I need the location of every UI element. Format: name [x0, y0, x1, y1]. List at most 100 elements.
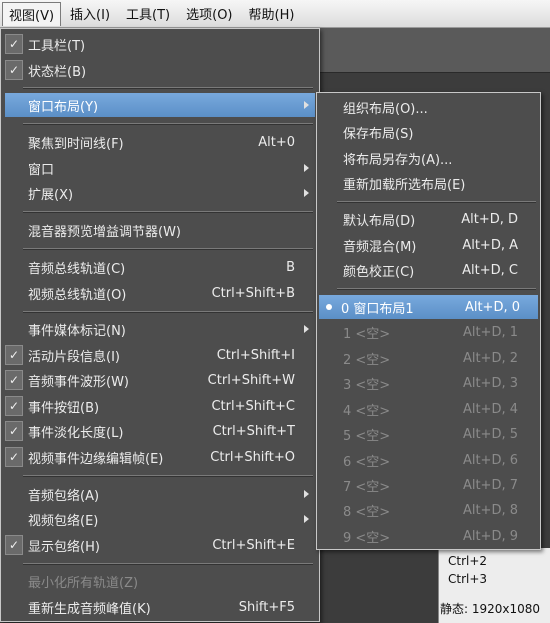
checkmark-icon: ✓: [5, 370, 23, 390]
menu-item-label: 混音器预览增益调节器(W): [28, 224, 181, 240]
menu-item-shortcut: Ctrl+Shift+W: [207, 372, 295, 388]
menu-item-audio-bus-tracks[interactable]: 音频总线轨道(C) B: [5, 255, 315, 279]
submenu-item-shortcut: Alt+D, 8: [462, 502, 518, 518]
menu-item-event-media-markers[interactable]: 事件媒体标记(N): [5, 317, 315, 341]
menu-help[interactable]: 帮助(H): [242, 1, 302, 26]
menu-item-label: 显示包络(H): [28, 539, 100, 555]
menu-item-focus-timeline[interactable]: 聚焦到时间线(F) Alt+0: [5, 130, 315, 154]
submenu-item-shortcut: Alt+D, 9: [462, 528, 518, 544]
submenu-item-shortcut: Alt+D, A: [462, 237, 518, 253]
submenu-item-save-layout[interactable]: 保存布局(S): [321, 120, 536, 144]
submenu-item-layout-2: 2 <空> Alt+D, 2: [321, 346, 536, 370]
submenu-item-label: 保存布局(S): [343, 126, 414, 142]
submenu-arrow-icon: [304, 490, 309, 498]
menu-separator: [23, 123, 313, 125]
submenu-item-layout-7: 7 <空> Alt+D, 7: [321, 473, 536, 497]
menu-item-shortcut: Ctrl+Shift+I: [216, 347, 295, 363]
menu-item-shortcut: Shift+F5: [238, 599, 295, 615]
menu-separator: [23, 563, 313, 565]
menu-item-shortcut: Ctrl+Shift+B: [211, 285, 295, 301]
menu-item-statusbar[interactable]: ✓ 状态栏(B): [5, 58, 315, 82]
menu-item-window-layout[interactable]: 窗口布局(Y): [5, 93, 315, 117]
menu-item-show-envelopes[interactable]: ✓ 显示包络(H) Ctrl+Shift+E: [5, 533, 315, 557]
submenu-item-reload-layout[interactable]: 重新加载所选布局(E): [321, 171, 536, 195]
checkmark-icon: ✓: [5, 345, 23, 365]
submenu-item-label: 2 <空>: [343, 352, 391, 368]
window-layout-submenu: 组织布局(O)... 保存布局(S) 将布局另存为(A)... 重新加载所选布局…: [316, 92, 541, 550]
submenu-item-shortcut: Alt+D, 1: [462, 324, 518, 340]
submenu-item-layout-8: 8 <空> Alt+D, 8: [321, 498, 536, 522]
menu-item-video-event-edge-frames[interactable]: ✓ 视频事件边缘编辑帧(E) Ctrl+Shift+O: [5, 445, 315, 469]
menu-item-label: 事件淡化长度(L): [28, 425, 124, 441]
background-shortcut-ctrl2: Ctrl+2: [448, 554, 488, 568]
submenu-item-shortcut: Alt+D, C: [462, 262, 518, 278]
submenu-item-audio-mixing[interactable]: 音频混合(M) Alt+D, A: [321, 233, 536, 257]
menu-item-window[interactable]: 窗口: [5, 156, 315, 180]
menu-options[interactable]: 选项(O): [179, 1, 239, 26]
submenu-item-save-layout-as[interactable]: 将布局另存为(A)...: [321, 146, 536, 170]
menu-view[interactable]: 视图(V): [2, 1, 62, 26]
submenu-item-layout-5: 5 <空> Alt+D, 5: [321, 422, 536, 446]
submenu-item-shortcut: Alt+D, 3: [462, 375, 518, 391]
submenu-item-default-layout[interactable]: 默认布局(D) Alt+D, D: [321, 207, 536, 231]
menu-item-label: 音频包络(A): [28, 488, 100, 504]
submenu-item-label: 默认布局(D): [343, 213, 416, 229]
submenu-item-label: 3 <空>: [343, 377, 391, 393]
menu-separator: [337, 288, 536, 290]
submenu-item-organize-layouts[interactable]: 组织布局(O)...: [321, 95, 536, 119]
submenu-item-label: 组织布局(O)...: [343, 101, 428, 117]
menu-item-toolbar[interactable]: ✓ 工具栏(T): [5, 32, 315, 56]
menu-item-audio-event-waveforms[interactable]: ✓ 音频事件波形(W) Ctrl+Shift+W: [5, 368, 315, 392]
submenu-item-shortcut: Alt+D, 5: [462, 426, 518, 442]
menu-item-mixer-preview-gain[interactable]: 混音器预览增益调节器(W): [5, 218, 315, 242]
menu-item-label: 视频包络(E): [28, 513, 99, 529]
submenu-item-label: 重新加载所选布局(E): [343, 177, 466, 193]
submenu-item-layout-0[interactable]: 0 窗口布局1 Alt+D, 0: [319, 295, 538, 319]
menu-separator: [23, 311, 313, 313]
submenu-item-color-correction[interactable]: 颜色校正(C) Alt+D, C: [321, 258, 536, 282]
submenu-item-shortcut: Alt+D, 6: [462, 452, 518, 468]
menu-item-shortcut: Ctrl+Shift+E: [212, 537, 295, 553]
menu-item-event-buttons[interactable]: ✓ 事件按钮(B) Ctrl+Shift+C: [5, 394, 315, 418]
menu-separator: [23, 211, 313, 213]
menu-item-active-take-info[interactable]: ✓ 活动片段信息(I) Ctrl+Shift+I: [5, 343, 315, 367]
submenu-item-layout-9: 9 <空> Alt+D, 9: [321, 524, 536, 548]
menu-separator: [23, 475, 313, 477]
submenu-item-shortcut: Alt+D, D: [461, 211, 518, 227]
menu-separator: [23, 87, 313, 89]
menu-item-video-envelopes[interactable]: 视频包络(E): [5, 507, 315, 531]
menu-item-rebuild-audio-peaks[interactable]: 重新生成音频峰值(K) Shift+F5: [5, 595, 315, 619]
menu-item-shortcut: Ctrl+Shift+C: [211, 398, 295, 414]
menu-item-event-fade-lengths[interactable]: ✓ 事件淡化长度(L) Ctrl+Shift+T: [5, 419, 315, 443]
menu-item-video-bus-tracks[interactable]: 视频总线轨道(O) Ctrl+Shift+B: [5, 281, 315, 305]
submenu-item-layout-4: 4 <空> Alt+D, 4: [321, 397, 536, 421]
menu-item-label: 聚焦到时间线(F): [28, 136, 124, 152]
menu-item-shortcut: Ctrl+Shift+O: [210, 449, 295, 465]
menu-separator: [337, 201, 536, 203]
submenu-item-shortcut: Alt+D, 0: [464, 299, 520, 315]
submenu-item-label: 8 <空>: [343, 504, 391, 520]
checkmark-icon: ✓: [5, 396, 23, 416]
submenu-item-label: 将布局另存为(A)...: [343, 152, 453, 168]
checkmark-icon: ✓: [5, 447, 23, 467]
menu-item-label: 音频事件波形(W): [28, 374, 129, 390]
menu-item-label: 音频总线轨道(C): [28, 261, 126, 277]
menu-separator: [23, 248, 313, 250]
submenu-item-label: 9 <空>: [343, 530, 391, 546]
menu-tools[interactable]: 工具(T): [119, 1, 177, 26]
submenu-item-shortcut: Alt+D, 4: [462, 401, 518, 417]
submenu-arrow-icon: [304, 325, 309, 333]
menu-item-minimize-all-tracks: 最小化所有轨道(Z): [5, 569, 315, 593]
menu-item-audio-envelopes[interactable]: 音频包络(A): [5, 482, 315, 506]
background-shortcut-ctrl3: Ctrl+3: [448, 572, 488, 586]
submenu-arrow-icon: [304, 101, 309, 109]
static-resolution-status: 静态: 1920x1080: [440, 602, 541, 616]
submenu-item-label: 音频混合(M): [343, 239, 417, 255]
menu-item-label: 事件媒体标记(N): [28, 323, 126, 339]
menu-insert[interactable]: 插入(I): [63, 1, 117, 26]
menu-item-extensions[interactable]: 扩展(X): [5, 181, 315, 205]
menu-item-label: 工具栏(T): [28, 38, 86, 54]
submenu-item-label: 6 <空>: [343, 454, 391, 470]
checkmark-icon: ✓: [5, 34, 23, 54]
submenu-item-label: 5 <空>: [343, 428, 391, 444]
